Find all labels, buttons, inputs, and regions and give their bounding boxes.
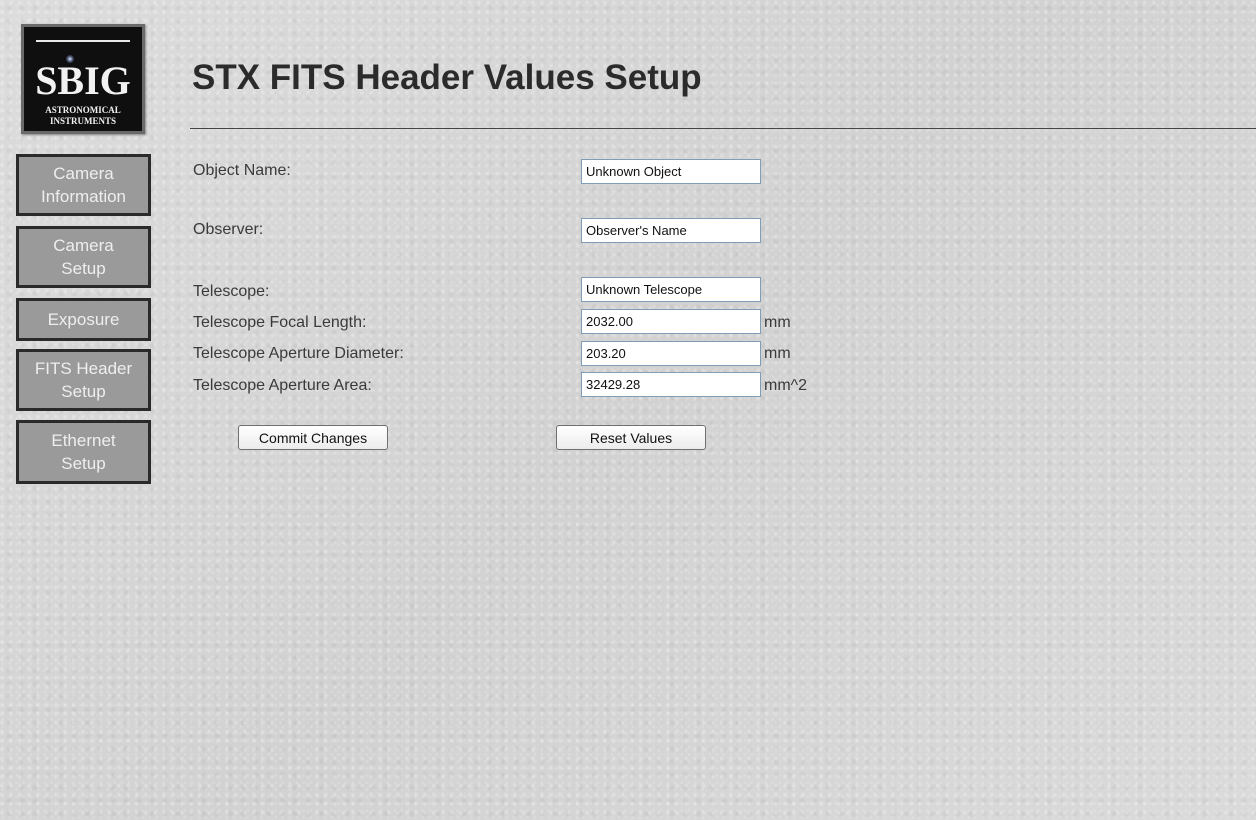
telescope-label: Telescope: (193, 283, 270, 300)
logo-subtitle-line2: INSTRUMENTS (49, 116, 116, 126)
nav-exposure-label: Exposure (47, 310, 120, 329)
title-divider (190, 128, 1256, 129)
nav-fits-header-setup[interactable]: FITS Header Setup (16, 349, 151, 411)
observer-input[interactable] (581, 218, 761, 243)
reset-values-button[interactable]: Reset Values (556, 425, 706, 450)
nav-ethernet-setup-line2: Setup (61, 454, 106, 473)
nav-camera-information[interactable]: Camera Information (16, 154, 151, 216)
focal-length-label: Telescope Focal Length: (193, 314, 367, 331)
nav-fits-header-setup-line1: FITS Header (34, 359, 133, 378)
logo-subtitle-line1: ASTRONOMICAL (45, 105, 121, 115)
logo-subtitle: ASTRONOMICAL INSTRUMENTS (24, 105, 142, 127)
aperture-area-input[interactable] (581, 372, 761, 397)
nav-camera-setup[interactable]: Camera Setup (16, 226, 151, 288)
object-name-label: Object Name: (193, 162, 291, 179)
nav-fits-header-setup-line2: Setup (61, 382, 106, 401)
observer-label: Observer: (193, 221, 264, 238)
logo-brand: SBIG (35, 58, 131, 103)
commit-changes-button[interactable]: Commit Changes (238, 425, 388, 450)
object-name-input[interactable] (581, 159, 761, 184)
telescope-input[interactable] (581, 277, 761, 302)
nav-ethernet-setup-line1: Ethernet (51, 431, 116, 450)
page-title: STX FITS Header Values Setup (192, 58, 702, 97)
aperture-diameter-label: Telescope Aperture Diameter: (193, 345, 404, 362)
logo-bar (36, 40, 130, 42)
nav-camera-information-line2: Information (40, 187, 127, 206)
aperture-diameter-input[interactable] (581, 341, 761, 366)
nav-ethernet-setup[interactable]: Ethernet Setup (16, 420, 151, 484)
aperture-diameter-unit: mm (764, 345, 791, 362)
nav-exposure[interactable]: Exposure (16, 298, 151, 341)
nav-camera-setup-line1: Camera (53, 236, 114, 255)
nav-camera-setup-line2: Setup (61, 259, 106, 278)
nav-camera-information-line1: Camera (53, 164, 114, 183)
focal-length-unit: mm (764, 314, 791, 331)
sbig-logo: SBIG ASTRONOMICAL INSTRUMENTS (21, 24, 145, 134)
aperture-area-label: Telescope Aperture Area: (193, 377, 372, 394)
aperture-area-unit: mm^2 (764, 377, 808, 394)
focal-length-input[interactable] (581, 309, 761, 334)
